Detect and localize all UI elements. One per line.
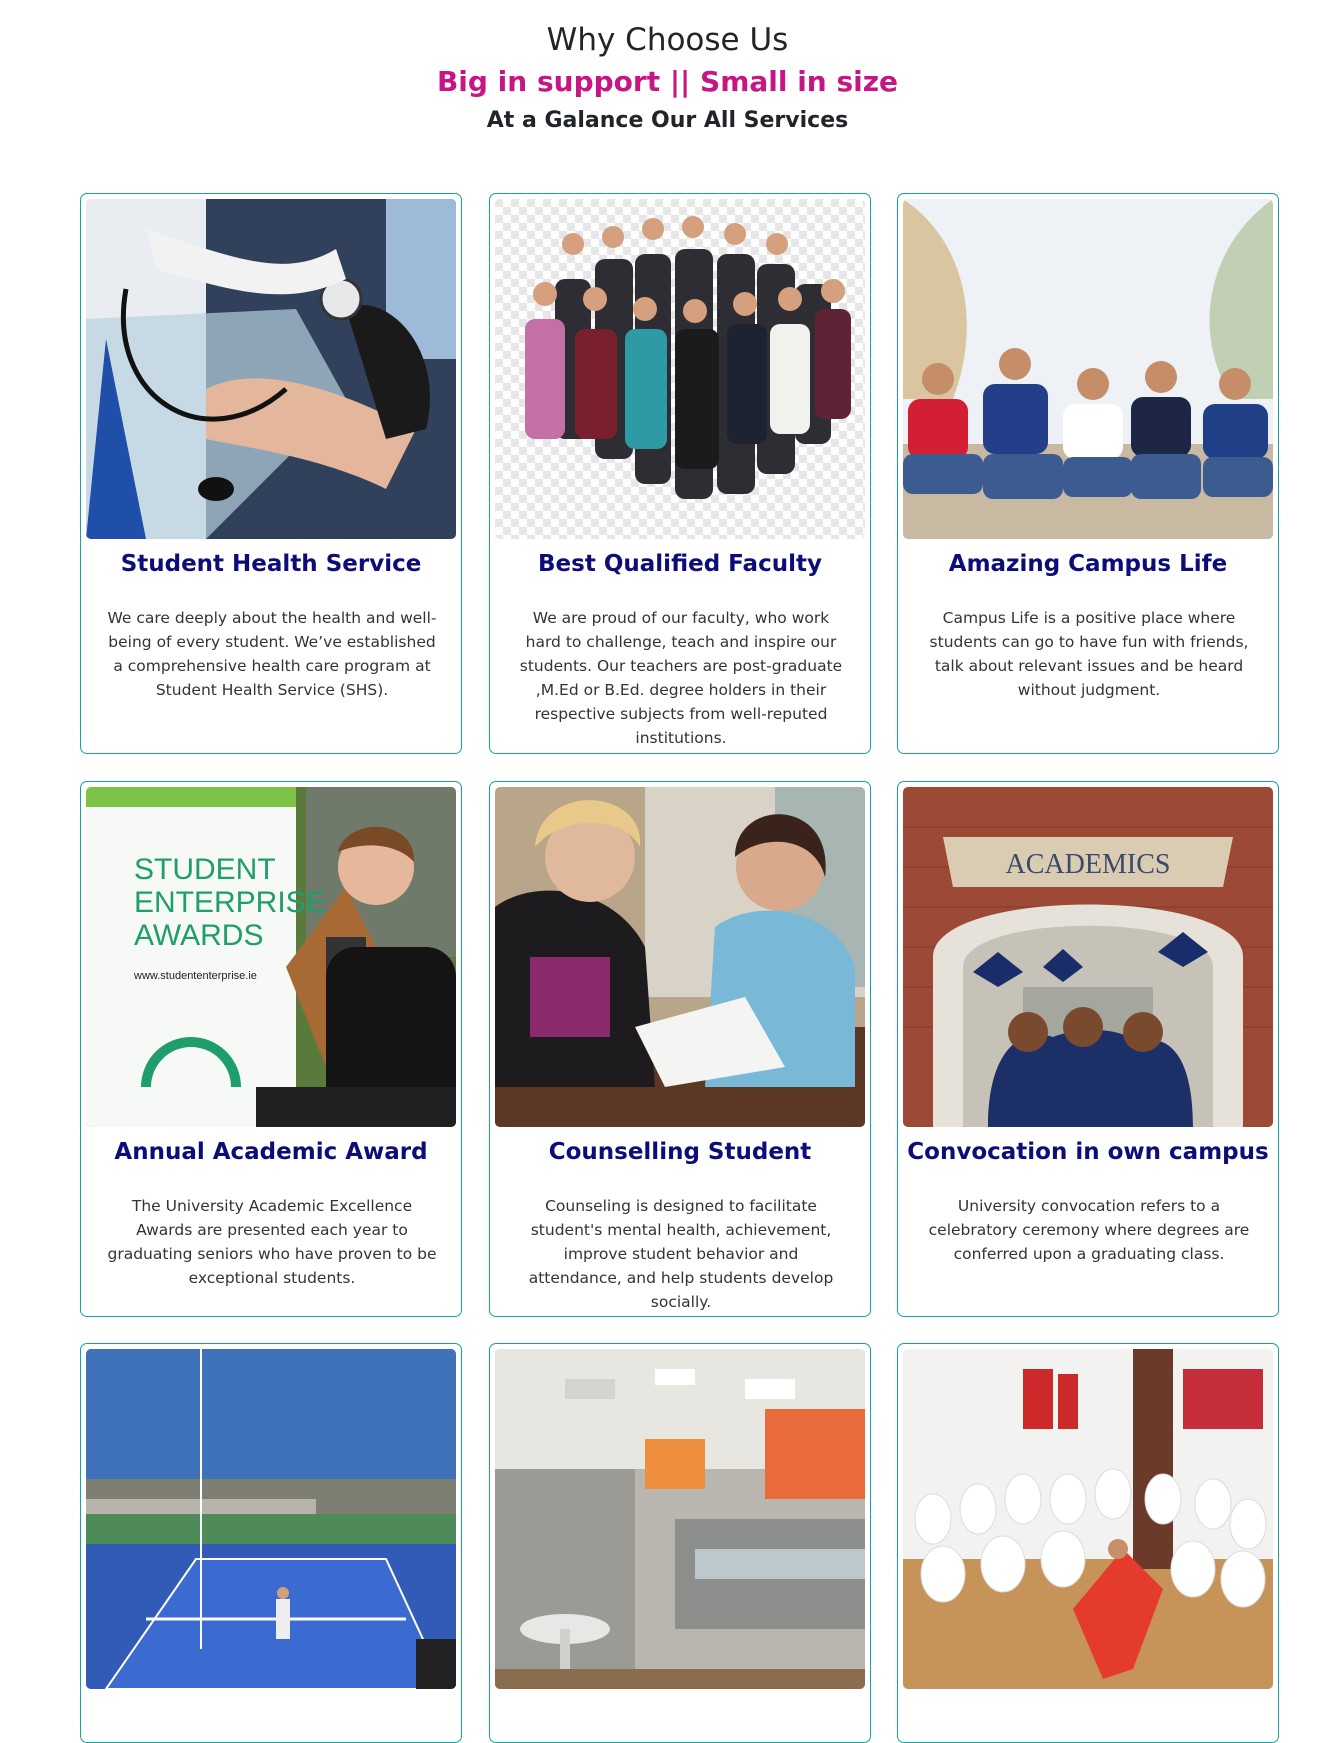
card-title: Convocation in own campus	[907, 1139, 1269, 1165]
service-card-campus-life[interactable]: Amazing Campus Life Campus Life is a pos…	[897, 193, 1279, 754]
service-card-faculty[interactable]: Best Qualified Faculty We are proud of o…	[489, 193, 871, 754]
service-card-martial-arts[interactable]	[897, 1343, 1279, 1743]
award-banner-text: AWARDS	[134, 919, 263, 952]
section-tagline: At a Galance Our All Services	[486, 108, 849, 133]
health-service-image	[86, 199, 456, 539]
card-text: University convocation refers to a celeb…	[928, 1197, 1250, 1263]
faculty-image	[495, 199, 865, 539]
service-card-sports[interactable]	[80, 1343, 462, 1743]
campus-life-image	[903, 199, 1273, 539]
section-title: Why Choose Us	[546, 22, 789, 58]
academics-sign-text: ACADEMICS	[1006, 849, 1171, 880]
award-image: STUDENT ENTERPRISE AWARDS www.studentent…	[86, 787, 456, 1127]
card-text: Counseling is designed to facilitate stu…	[528, 1197, 834, 1311]
service-card-counselling[interactable]: Counselling Student Counseling is design…	[489, 781, 871, 1317]
card-title: Best Qualified Faculty	[538, 551, 822, 577]
card-text: We are proud of our faculty, who work ha…	[519, 609, 843, 747]
service-card-award[interactable]: STUDENT ENTERPRISE AWARDS www.studentent…	[80, 781, 462, 1317]
service-card-cafeteria[interactable]	[489, 1343, 871, 1743]
martial-arts-image	[903, 1349, 1273, 1689]
card-text: Campus Life is a positive place where st…	[929, 609, 1249, 699]
card-text: The University Academic Excellence Award…	[107, 1197, 437, 1287]
convocation-image: ACADEMICS	[903, 787, 1273, 1127]
tennis-court-image	[86, 1349, 456, 1689]
award-banner-url: www.studententerprise.ie	[133, 970, 257, 982]
counselling-image	[495, 787, 865, 1127]
award-banner-text: STUDENT	[134, 853, 276, 886]
section-header: Why Choose Us Big in support || Small in…	[0, 0, 1335, 140]
service-card-health[interactable]: Student Health Service We care deeply ab…	[80, 193, 462, 754]
card-title: Student Health Service	[120, 551, 422, 577]
card-text: We care deeply about the health and well…	[107, 609, 437, 699]
card-title: Amazing Campus Life	[948, 551, 1228, 577]
cafeteria-image	[495, 1349, 865, 1689]
card-title: Annual Academic Award	[114, 1139, 428, 1165]
section-subtitle: Big in support || Small in size	[436, 65, 899, 98]
service-card-convocation[interactable]: ACADEMICS Convocation in own campus Univ…	[897, 781, 1279, 1317]
card-title: Counselling Student	[548, 1139, 812, 1165]
award-banner-text: ENTERPRISE	[134, 886, 326, 919]
